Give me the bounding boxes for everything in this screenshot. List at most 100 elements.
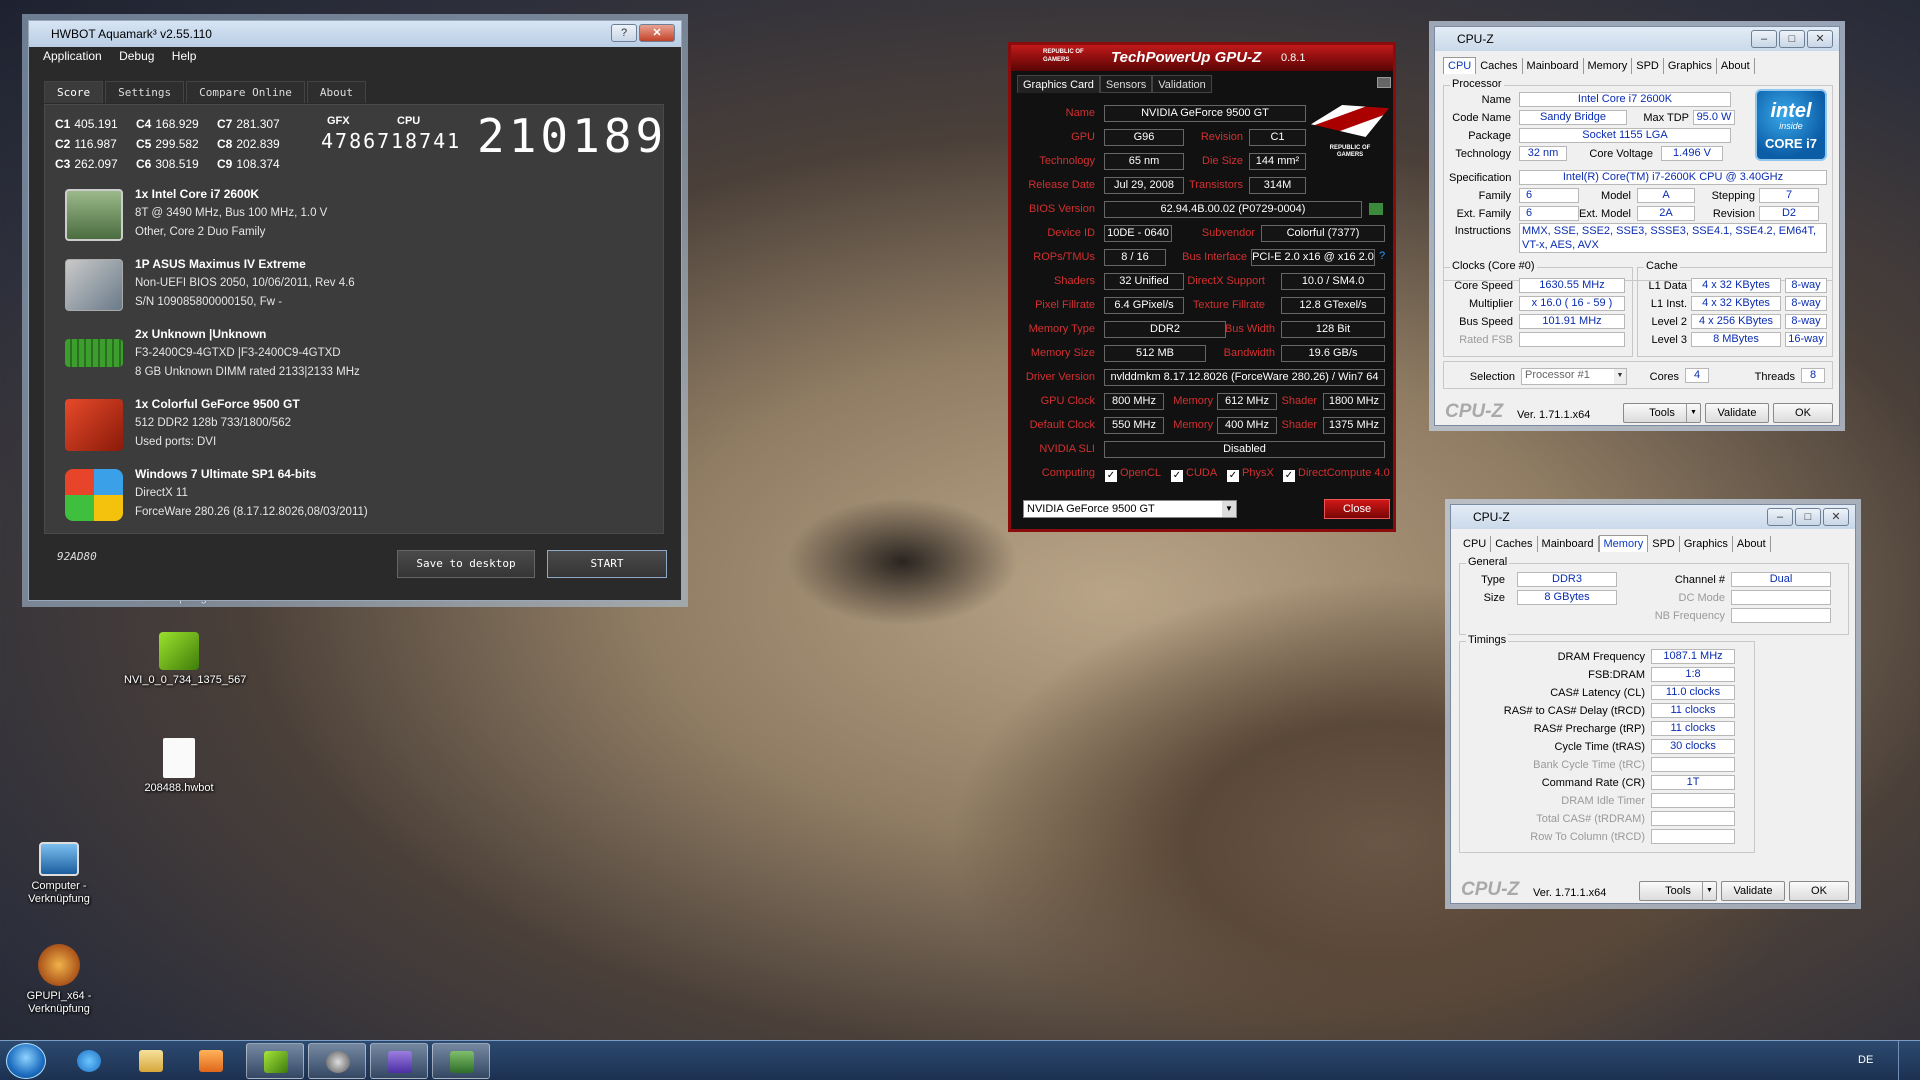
- label-dc-mode: DC Mode: [1678, 592, 1725, 604]
- tab-about[interactable]: About: [1717, 58, 1755, 74]
- tools-button[interactable]: Tools ▼: [1639, 881, 1717, 901]
- menu-help[interactable]: Help: [172, 49, 197, 63]
- intel-inside-text: inside: [1779, 121, 1803, 131]
- window-title: CPU-Z: [1473, 510, 1510, 524]
- tab-about[interactable]: About: [306, 81, 366, 103]
- tab-score[interactable]: Score: [44, 81, 104, 103]
- cpu-score: 18741: [391, 129, 462, 153]
- label-default-memory: Memory: [1173, 419, 1213, 431]
- checkbox-physx[interactable]: ✓ PhysX: [1227, 467, 1274, 482]
- tab-validation[interactable]: Validation: [1152, 75, 1212, 93]
- gfx-label: GFX: [327, 115, 350, 127]
- tab-cpu[interactable]: CPU: [1459, 536, 1492, 552]
- ok-button[interactable]: OK: [1773, 403, 1833, 423]
- minimize-icon[interactable]: –: [1751, 30, 1777, 48]
- tab-mainboard[interactable]: Mainboard: [1523, 58, 1584, 74]
- label-stepping: Stepping: [1711, 190, 1755, 202]
- gpu-select-dropdown[interactable]: NVIDIA GeForce 9500 GT ▼: [1023, 500, 1237, 518]
- bus-help-icon[interactable]: ?: [1379, 250, 1385, 262]
- cpuz-titlebar[interactable]: CPU-Z – □ ✕: [1451, 505, 1855, 529]
- tab-memory[interactable]: Memory: [1584, 58, 1633, 74]
- desktop-icon-gpupi[interactable]: GPUPI_x64 - Verknüpfung: [4, 944, 114, 1016]
- checkbox-directcompute[interactable]: ✓ DirectCompute 4.0: [1283, 467, 1390, 482]
- checkbox-cuda[interactable]: ✓ CUDA: [1171, 467, 1217, 482]
- processor-select-dropdown[interactable]: Processor #1 ▼: [1521, 368, 1627, 385]
- check-icon: ✓: [1227, 470, 1239, 482]
- menu-application[interactable]: Application: [43, 49, 102, 63]
- taskbar-explorer[interactable]: [122, 1043, 180, 1079]
- start-orb-icon[interactable]: [6, 1043, 46, 1079]
- show-desktop-button[interactable]: [1898, 1041, 1920, 1080]
- tab-compare-online[interactable]: Compare Online: [186, 81, 305, 103]
- score-c1: C1 405.191: [55, 117, 118, 131]
- instructions-line2: VT-x, AES, AVX: [1522, 239, 1599, 251]
- gpuz-titlebar[interactable]: REPUBLIC OF GAMERS TechPowerUp GPU-Z 0.8…: [1011, 45, 1393, 71]
- taskbar-gpuz[interactable]: [432, 1043, 490, 1079]
- taskbar-ie[interactable]: [60, 1043, 118, 1079]
- close-button[interactable]: Close: [1324, 499, 1390, 519]
- hw-line2: F3-2400C9-4GTXD |F3-2400C9-4GTXD: [135, 347, 341, 359]
- help-icon[interactable]: ?: [611, 24, 637, 42]
- close-icon[interactable]: ✕: [639, 24, 675, 42]
- tab-spd[interactable]: SPD: [1632, 58, 1664, 74]
- cpuz-icon: [388, 1051, 412, 1073]
- value-default-shader: 1375 MHz: [1323, 417, 1385, 434]
- desktop-icon-hwbot-file[interactable]: 208488.hwbot: [124, 738, 234, 795]
- start-button[interactable]: START: [547, 550, 667, 578]
- group-title: Processor: [1450, 78, 1504, 90]
- tab-graphics-card[interactable]: Graphics Card: [1017, 75, 1100, 93]
- value-nb-frequency: [1731, 608, 1831, 623]
- close-icon[interactable]: ✕: [1823, 508, 1849, 526]
- hw-line2: 8T @ 3490 MHz, Bus 100 MHz, 1.0 V: [135, 207, 328, 219]
- hw-line2: Non-UEFI BIOS 2050, 10/06/2011, Rev 4.6: [135, 277, 355, 289]
- tab-about[interactable]: About: [1733, 536, 1771, 552]
- chevron-down-icon: ▼: [1686, 404, 1700, 422]
- desktop-icon-nvi[interactable]: NVI_0_0_734_1375_567: [124, 632, 246, 687]
- close-icon[interactable]: ✕: [1807, 30, 1833, 48]
- hw-line3: S/N 109085800000150, Fw -: [135, 296, 283, 308]
- label-code-name: Code Name: [1452, 112, 1511, 124]
- label-selection: Selection: [1469, 371, 1515, 383]
- camera-icon[interactable]: [1377, 77, 1391, 88]
- tab-mainboard[interactable]: Mainboard: [1538, 536, 1599, 552]
- window-title: CPU-Z: [1457, 32, 1494, 46]
- score-c9: C9 108.374: [217, 157, 280, 171]
- tab-cpu[interactable]: CPU: [1443, 57, 1477, 74]
- maximize-icon[interactable]: □: [1795, 508, 1821, 526]
- aquamark-titlebar[interactable]: HWBOT Aquamark³ v2.55.110 ? ✕: [29, 21, 681, 47]
- score-c5: C5 299.582: [136, 137, 199, 151]
- tab-graphics[interactable]: Graphics: [1680, 536, 1733, 552]
- tools-button[interactable]: Tools ▼: [1623, 403, 1701, 423]
- cpuz-titlebar[interactable]: CPU-Z – □ ✕: [1435, 27, 1839, 51]
- validate-button[interactable]: Validate: [1721, 881, 1785, 901]
- validate-button[interactable]: Validate: [1705, 403, 1769, 423]
- desktop-icon-computer[interactable]: Computer - Verknüpfung: [4, 842, 114, 906]
- tab-sensors[interactable]: Sensors: [1099, 75, 1153, 93]
- language-indicator[interactable]: DE: [1858, 1054, 1873, 1066]
- value-rated-fsb: [1519, 332, 1625, 347]
- tab-graphics[interactable]: Graphics: [1664, 58, 1717, 74]
- ok-button[interactable]: OK: [1789, 881, 1849, 901]
- save-to-desktop-button[interactable]: Save to desktop: [397, 550, 535, 578]
- nvidia-icon: [159, 632, 199, 670]
- taskbar-cpuz[interactable]: [370, 1043, 428, 1079]
- tab-caches[interactable]: Caches: [1476, 58, 1523, 74]
- label-subvendor: Subvendor: [1201, 227, 1255, 239]
- label-level2: Level 2: [1651, 316, 1687, 328]
- value-level2: 4 x 256 KBytes: [1691, 314, 1781, 329]
- minimize-icon[interactable]: –: [1767, 508, 1793, 526]
- taskbar-nvidia[interactable]: [246, 1043, 304, 1079]
- label-core-speed: Core Speed: [1454, 280, 1513, 292]
- bios-chip-icon[interactable]: [1369, 203, 1383, 215]
- taskbar-aquamark[interactable]: [308, 1043, 366, 1079]
- tab-settings[interactable]: Settings: [105, 81, 185, 103]
- tab-spd[interactable]: SPD: [1648, 536, 1680, 552]
- menu-debug[interactable]: Debug: [119, 49, 154, 63]
- tab-memory[interactable]: Memory: [1598, 535, 1649, 552]
- tab-caches[interactable]: Caches: [1491, 536, 1538, 552]
- checkbox-opencl[interactable]: ✓ OpenCL: [1105, 467, 1161, 482]
- maximize-icon[interactable]: □: [1779, 30, 1805, 48]
- taskbar-media-player[interactable]: [182, 1043, 240, 1079]
- label-core-voltage: Core Voltage: [1589, 148, 1653, 160]
- value-level2-way: 8-way: [1785, 314, 1827, 329]
